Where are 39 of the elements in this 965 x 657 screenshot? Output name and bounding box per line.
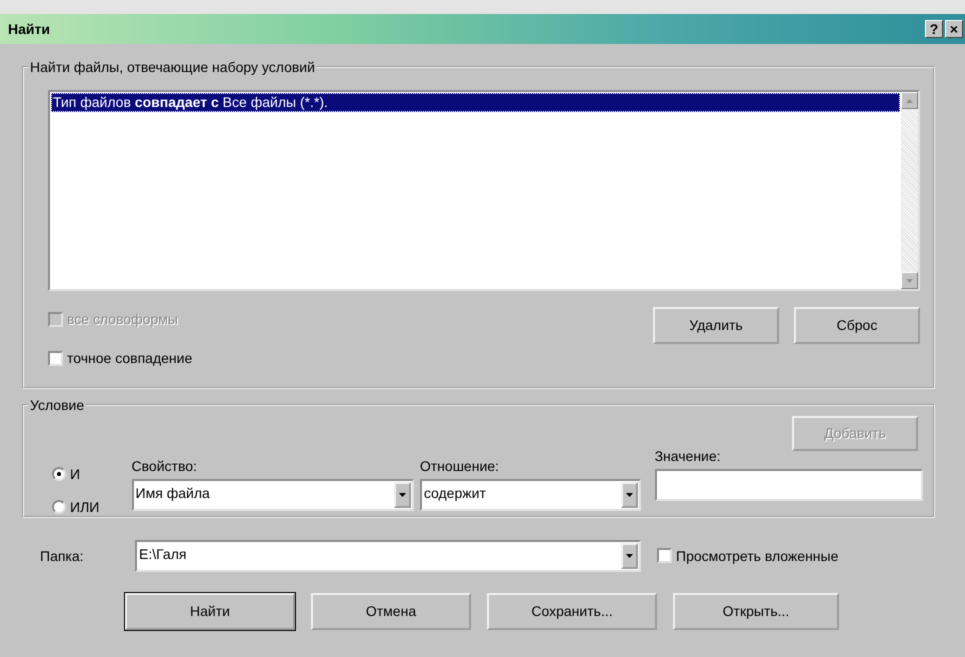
radio-button[interactable] <box>52 467 66 482</box>
down-arrow-icon <box>906 278 913 282</box>
dropdown-arrow-icon <box>626 554 633 558</box>
group-legend: Условие <box>28 397 86 413</box>
radio-button[interactable] <box>52 500 66 514</box>
title-bar-button[interactable]: ? <box>925 20 943 38</box>
relation-combo[interactable]: содержит <box>420 478 641 511</box>
dialog-button[interactable]: Отмена <box>311 593 471 630</box>
radio-label: И <box>70 466 80 483</box>
scroll-up-button[interactable] <box>901 92 918 109</box>
checkbox[interactable] <box>657 548 672 564</box>
checkbox-label: Просмотреть вложенные <box>676 548 838 564</box>
dropdown-button[interactable] <box>394 482 411 508</box>
up-arrow-icon <box>906 98 913 102</box>
checkbox-label: точное совпадение <box>67 350 192 367</box>
window-title: Найти <box>8 20 51 38</box>
dialog-button[interactable]: Сохранить... <box>487 593 657 630</box>
checkbox-label: все словоформы <box>67 311 178 328</box>
dropdown-arrow-icon <box>398 492 406 497</box>
title-bar-button[interactable]: × <box>945 20 963 38</box>
group-legend: Найти файлы, отвечающие набору условий <box>28 59 317 75</box>
dialog-button[interactable]: Открыть... <box>673 593 839 630</box>
radio-label: ИЛИ <box>70 498 100 516</box>
dropdown-button[interactable] <box>621 543 638 569</box>
folder-label: Папка: <box>40 548 85 564</box>
relation-label: Отношение: <box>420 458 500 475</box>
dialog-button[interactable]: Найти <box>125 593 295 630</box>
value-label: Значение: <box>654 448 721 465</box>
list-item[interactable]: Тип файлов совпадает с Все файлы (*.*). <box>51 93 900 112</box>
value-field[interactable] <box>654 468 923 501</box>
dropdown-arrow-icon <box>626 492 633 497</box>
dialog-button[interactable]: Удалить <box>653 307 779 344</box>
dropdown-button[interactable] <box>620 482 638 508</box>
property-combo[interactable]: Имя файла <box>132 478 414 511</box>
property-label: Свойство: <box>132 458 198 475</box>
scroll-down-button[interactable] <box>901 272 918 289</box>
checkbox[interactable] <box>48 350 63 366</box>
dialog-button[interactable]: Сброс <box>794 307 920 344</box>
folder-combo[interactable]: E:\Галя <box>135 540 641 572</box>
